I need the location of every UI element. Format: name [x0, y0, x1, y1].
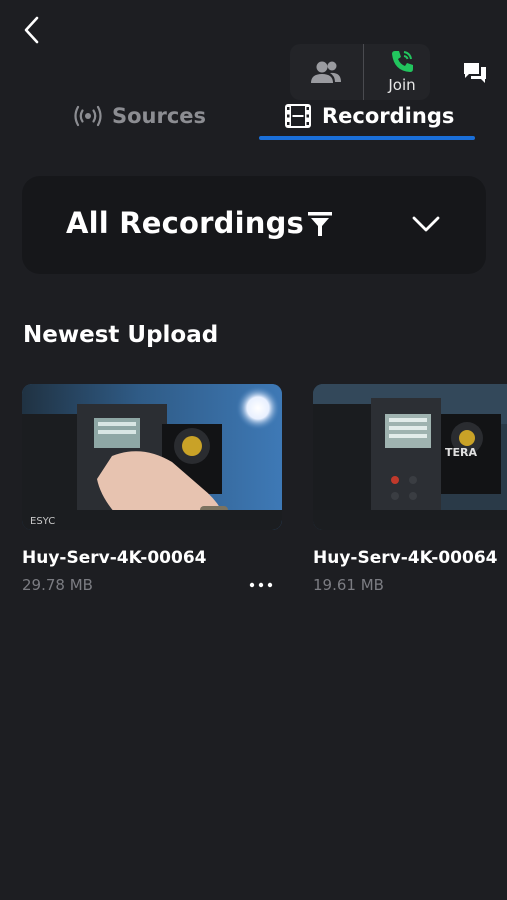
recording-thumbnail[interactable]: ESYC: [22, 384, 282, 530]
back-button[interactable]: [14, 12, 50, 48]
filter-button[interactable]: [304, 208, 336, 240]
tab-recordings[interactable]: Recordings: [284, 98, 454, 134]
broadcast-icon: [74, 105, 102, 127]
more-horizontal-icon: [249, 582, 273, 588]
recording-size: 19.61 MB: [313, 576, 384, 594]
film-icon: [285, 104, 311, 128]
recording-size: 29.78 MB: [22, 576, 93, 594]
filter-icon: [308, 212, 332, 236]
join-label: Join: [388, 76, 416, 94]
chevron-left-icon: [24, 16, 39, 44]
tab-sources[interactable]: Sources: [74, 98, 206, 134]
recording-more-button[interactable]: [246, 574, 276, 596]
tab-sources-label: Sources: [112, 104, 207, 128]
svg-text:ESYC: ESYC: [30, 516, 55, 527]
recording-name: Huy-Serv-4K-00064: [22, 548, 207, 568]
chat-button[interactable]: [458, 56, 492, 90]
join-button[interactable]: Join: [376, 48, 428, 98]
recording-name: Huy-Serv-4K-00064: [313, 548, 498, 568]
chevron-down-icon: [412, 216, 440, 232]
phone-icon: [392, 51, 413, 72]
tab-recordings-label: Recordings: [322, 104, 455, 128]
call-divider: [363, 44, 364, 100]
recording-thumbnail[interactable]: TERA: [313, 384, 507, 530]
chat-icon: [464, 63, 486, 83]
recording-card[interactable]: TERA Huy-Serv-4K-00064 19.61 MB: [313, 384, 507, 594]
recordings-filter-label[interactable]: All Recordings: [66, 206, 304, 240]
people-icon: [311, 61, 341, 83]
filter-dropdown-button[interactable]: [408, 208, 444, 240]
recording-card[interactable]: ESYC Huy-Serv-4K-00064 29.78 MB: [22, 384, 282, 594]
section-title: Newest Upload: [23, 322, 219, 348]
svg-text:TERA: TERA: [445, 446, 477, 459]
participants-button[interactable]: [304, 54, 348, 90]
active-tab-indicator: [259, 136, 475, 140]
